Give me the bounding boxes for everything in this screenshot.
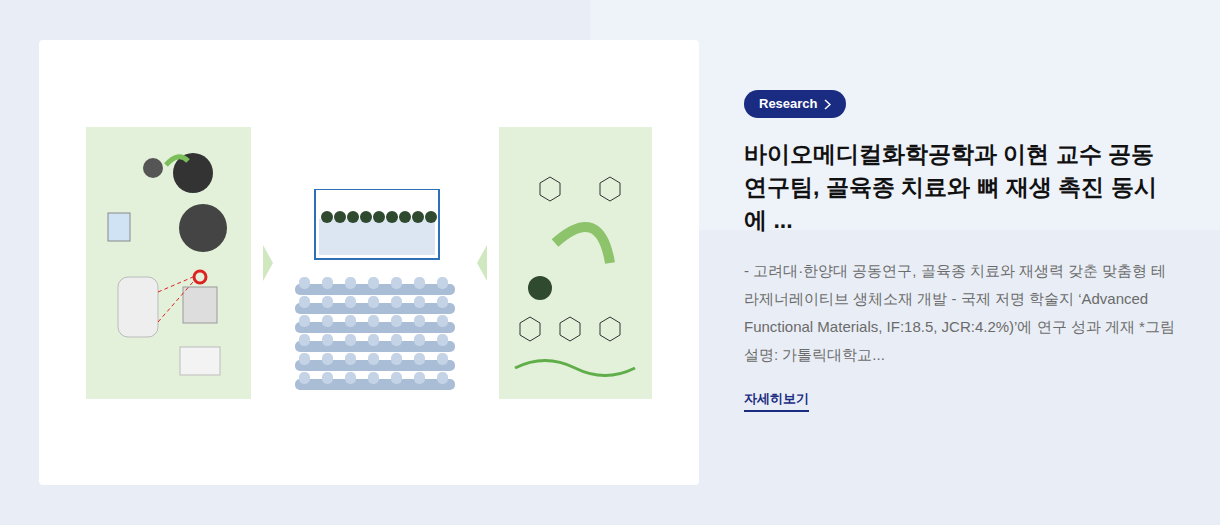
chevron-icon [261, 243, 275, 283]
chevron-icon [475, 243, 489, 283]
article-image[interactable] [86, 125, 652, 400]
molecule-icon [500, 143, 650, 383]
figure-left-panel [86, 127, 251, 399]
synthesis-icon [98, 143, 238, 253]
article-text: Research 바이오메디컬화학공학과 이현 교수 공동 연구팀, 골육종 치료… [744, 40, 1176, 412]
scaffold-icon [285, 189, 465, 399]
badge-label: Research [759, 94, 818, 114]
chevron-right-icon [824, 99, 831, 110]
figure-right-panel [499, 127, 652, 399]
more-link[interactable]: 자세히보기 [744, 389, 809, 412]
category-badge[interactable]: Research [744, 90, 846, 118]
image-card[interactable] [39, 40, 699, 485]
news-row: Research 바이오메디컬화학공학과 이현 교수 공동 연구팀, 골육종 치료… [0, 0, 1220, 485]
article-title[interactable]: 바이오메디컬화학공학과 이현 교수 공동 연구팀, 골육종 치료와 뼈 재생 촉… [744, 138, 1176, 237]
article-summary: - 고려대·한양대 공동연구, 골육종 치료와 재생력 갖춘 맞춤형 테라제너레… [744, 257, 1176, 369]
printer-icon [98, 262, 238, 382]
figure-center-panel [285, 127, 465, 399]
